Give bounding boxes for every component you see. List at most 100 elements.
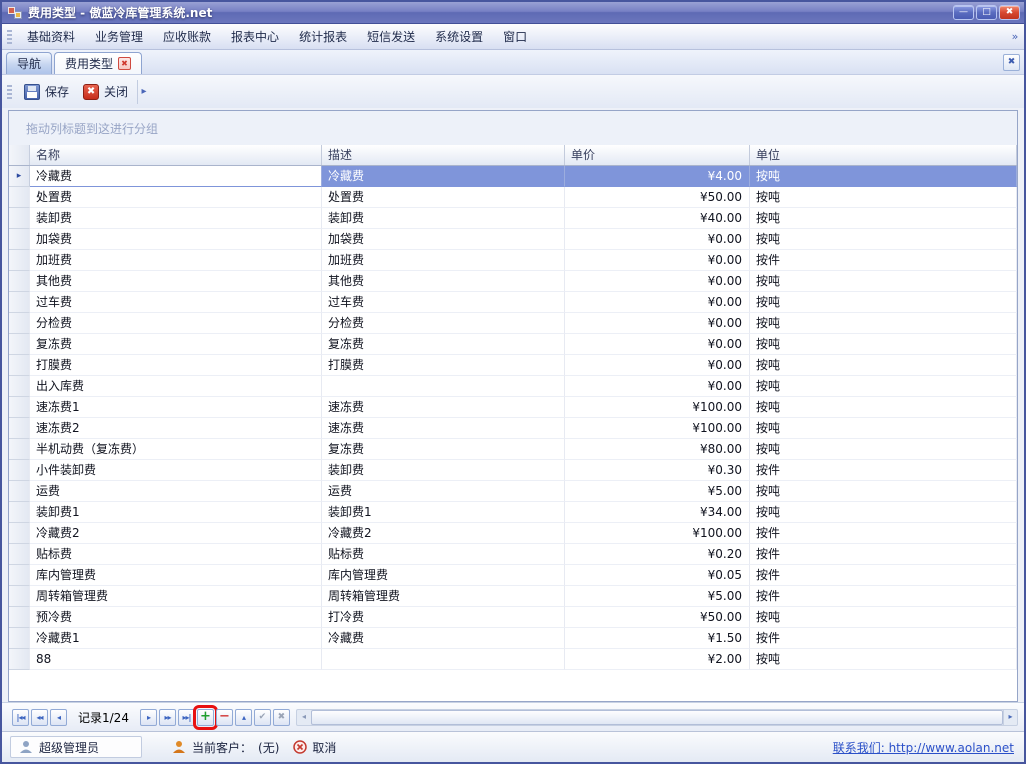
cell-name[interactable]: 打膜费	[30, 355, 322, 376]
cell-unit-price[interactable]: ¥0.00	[565, 313, 750, 334]
cell-unit-price[interactable]: ¥5.00	[565, 586, 750, 607]
cell-unit-price[interactable]: ¥40.00	[565, 208, 750, 229]
cell-description[interactable]: 周转箱管理费	[322, 586, 565, 607]
menu-item[interactable]: 业务管理	[85, 24, 153, 49]
tab-area-close-icon[interactable]: ✖	[1003, 54, 1020, 71]
cell-unit-price[interactable]: ¥100.00	[565, 523, 750, 544]
cell-name[interactable]: 库内管理费	[30, 565, 322, 586]
cell-unit-price[interactable]: ¥0.00	[565, 271, 750, 292]
cell-name[interactable]: 速冻费2	[30, 418, 322, 439]
menu-item[interactable]: 基础资料	[17, 24, 85, 49]
cell-unit-price[interactable]: ¥34.00	[565, 502, 750, 523]
cell-description[interactable]: 冷藏费	[322, 628, 565, 649]
cell-description[interactable]: 冷藏费	[322, 166, 565, 187]
cell-name[interactable]: 分检费	[30, 313, 322, 334]
cell-unit[interactable]: 按吨	[750, 439, 1017, 460]
cell-name[interactable]: 冷藏费	[30, 166, 322, 187]
table-row[interactable]: 速冻费2速冻费¥100.00按吨	[9, 418, 1017, 439]
cell-name[interactable]: 处置费	[30, 187, 322, 208]
prev-page-button[interactable]: ◂◂	[31, 709, 48, 726]
menu-item[interactable]: 短信发送	[357, 24, 425, 49]
cell-name[interactable]: 装卸费1	[30, 502, 322, 523]
cell-unit[interactable]: 按件	[750, 250, 1017, 271]
table-row[interactable]: 运费运费¥5.00按吨	[9, 481, 1017, 502]
cell-name[interactable]: 过车费	[30, 292, 322, 313]
cell-description[interactable]: 装卸费1	[322, 502, 565, 523]
table-row[interactable]: 周转箱管理费周转箱管理费¥5.00按件	[9, 586, 1017, 607]
cell-description[interactable]: 打冷费	[322, 607, 565, 628]
cell-unit[interactable]: 按件	[750, 565, 1017, 586]
group-by-panel[interactable]: 拖动列标题到这进行分组	[9, 111, 1017, 145]
cell-description[interactable]: 分检费	[322, 313, 565, 334]
append-record-button[interactable]: +	[197, 709, 214, 726]
cell-unit-price[interactable]: ¥0.00	[565, 229, 750, 250]
cell-unit-price[interactable]: ¥0.00	[565, 292, 750, 313]
cell-unit[interactable]: 按件	[750, 544, 1017, 565]
cell-unit[interactable]: 按吨	[750, 187, 1017, 208]
post-edit-button[interactable]: ✔	[254, 709, 271, 726]
cell-unit[interactable]: 按吨	[750, 607, 1017, 628]
table-row[interactable]: 过车费过车费¥0.00按吨	[9, 292, 1017, 313]
horizontal-scrollbar[interactable]: ◂ ▸	[296, 709, 1018, 726]
table-row[interactable]: 处置费处置费¥50.00按吨	[9, 187, 1017, 208]
cell-unit[interactable]: 按件	[750, 586, 1017, 607]
next-page-button[interactable]: ▸▸	[159, 709, 176, 726]
cell-unit-price[interactable]: ¥100.00	[565, 397, 750, 418]
cell-unit[interactable]: 按吨	[750, 397, 1017, 418]
cell-unit-price[interactable]: ¥50.00	[565, 607, 750, 628]
cell-unit-price[interactable]: ¥100.00	[565, 418, 750, 439]
column-header-unit-price[interactable]: 单价	[565, 145, 750, 165]
table-row[interactable]: 装卸费装卸费¥40.00按吨	[9, 208, 1017, 229]
table-row[interactable]: 分检费分检费¥0.00按吨	[9, 313, 1017, 334]
minimize-icon[interactable]: —	[953, 5, 974, 20]
cell-unit-price[interactable]: ¥0.00	[565, 355, 750, 376]
cell-unit-price[interactable]: ¥0.20	[565, 544, 750, 565]
tab-fee-type[interactable]: 费用类型✖	[54, 52, 142, 74]
cell-unit[interactable]: 按吨	[750, 502, 1017, 523]
cell-name[interactable]: 速冻费1	[30, 397, 322, 418]
menu-item[interactable]: 统计报表	[289, 24, 357, 49]
cell-name[interactable]: 半机动费（复冻费）	[30, 439, 322, 460]
first-record-button[interactable]: |◂◂	[12, 709, 29, 726]
cell-unit-price[interactable]: ¥0.30	[565, 460, 750, 481]
cell-unit[interactable]: 按吨	[750, 313, 1017, 334]
toolbar-grip-icon[interactable]	[7, 85, 12, 99]
cell-unit[interactable]: 按吨	[750, 166, 1017, 187]
cell-unit[interactable]: 按吨	[750, 229, 1017, 250]
cell-description[interactable]: 过车费	[322, 292, 565, 313]
cell-description[interactable]: 运费	[322, 481, 565, 502]
cell-description[interactable]: 贴标费	[322, 544, 565, 565]
cell-unit[interactable]: 按吨	[750, 418, 1017, 439]
cell-description[interactable]: 速冻费	[322, 397, 565, 418]
cell-name[interactable]: 运费	[30, 481, 322, 502]
cell-description[interactable]: 库内管理费	[322, 565, 565, 586]
save-button[interactable]: 保存	[17, 79, 76, 104]
cell-description[interactable]	[322, 649, 565, 670]
table-row[interactable]: 其他费其他费¥0.00按吨	[9, 271, 1017, 292]
scroll-right-icon[interactable]: ▸	[1003, 710, 1017, 725]
scroll-left-icon[interactable]: ◂	[297, 710, 311, 725]
next-record-button[interactable]: ▸	[140, 709, 157, 726]
cell-description[interactable]: 装卸费	[322, 208, 565, 229]
table-row[interactable]: 装卸费1装卸费1¥34.00按吨	[9, 502, 1017, 523]
cell-description[interactable]	[322, 376, 565, 397]
table-row[interactable]: 打膜费打膜费¥0.00按吨	[9, 355, 1017, 376]
cell-description[interactable]: 复冻费	[322, 439, 565, 460]
cell-name[interactable]: 周转箱管理费	[30, 586, 322, 607]
table-row[interactable]: 冷藏费1冷藏费¥1.50按件	[9, 628, 1017, 649]
table-row[interactable]: 加班费加班费¥0.00按件	[9, 250, 1017, 271]
cell-description[interactable]: 装卸费	[322, 460, 565, 481]
cell-description[interactable]: 速冻费	[322, 418, 565, 439]
cell-name[interactable]: 其他费	[30, 271, 322, 292]
cell-name[interactable]: 88	[30, 649, 322, 670]
tab-navigation[interactable]: 导航	[6, 52, 52, 74]
cell-unit[interactable]: 按吨	[750, 208, 1017, 229]
cell-name[interactable]: 预冷费	[30, 607, 322, 628]
cell-unit[interactable]: 按吨	[750, 292, 1017, 313]
cell-unit[interactable]: 按吨	[750, 649, 1017, 670]
cell-name[interactable]: 冷藏费2	[30, 523, 322, 544]
table-row[interactable]: 半机动费（复冻费）复冻费¥80.00按吨	[9, 439, 1017, 460]
cell-unit[interactable]: 按件	[750, 523, 1017, 544]
cell-description[interactable]: 其他费	[322, 271, 565, 292]
menu-overflow-icon[interactable]: »	[1008, 30, 1022, 43]
